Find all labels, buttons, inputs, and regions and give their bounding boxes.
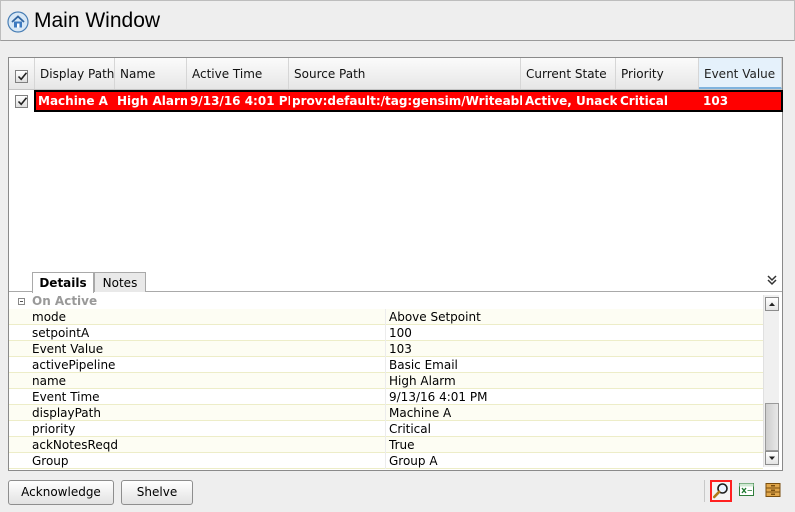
search-button[interactable]: [710, 480, 732, 502]
arrow-up-icon: [769, 302, 775, 306]
cell-event-value: 103: [703, 94, 729, 108]
property-row[interactable]: displayPath Machine A: [9, 405, 763, 421]
shelved-alarms-button[interactable]: [764, 481, 784, 501]
cell-priority: Critical: [620, 94, 669, 108]
property-name: priority: [32, 422, 76, 436]
row-checkbox[interactable]: [15, 95, 28, 108]
property-row[interactable]: Event Time 9/13/16 4:01 PM: [9, 389, 763, 405]
select-all-checkbox[interactable]: [15, 70, 28, 83]
property-name: Event Value: [32, 342, 104, 356]
arrow-down-icon: [769, 456, 775, 460]
property-row[interactable]: ackNotesReqd True: [9, 437, 763, 453]
acknowledge-button[interactable]: Acknowledge: [8, 480, 114, 505]
collapse-group-icon[interactable]: [18, 298, 25, 305]
property-row[interactable]: Group Group A: [9, 453, 763, 469]
property-row[interactable]: setpointA 100: [9, 325, 763, 341]
details-scrollbar[interactable]: [763, 295, 779, 467]
property-row[interactable]: Event Value 103: [9, 341, 763, 357]
property-row[interactable]: activePipeline Basic Email: [9, 357, 763, 373]
property-row[interactable]: name High Alarm: [9, 373, 763, 389]
export-excel-icon: [739, 483, 754, 496]
property-value: 103: [389, 342, 412, 356]
title-bar: Main Window: [0, 0, 795, 41]
column-header-source-path[interactable]: Source Path: [289, 58, 521, 89]
property-name: displayPath: [32, 406, 101, 420]
window-title: Main Window: [34, 9, 161, 32]
property-value: Group A: [389, 454, 438, 468]
cell-active-time: 9/13/16 4:01 PM: [190, 94, 290, 108]
scroll-up-button[interactable]: [765, 297, 779, 311]
cell-source-path: prov:default:/tag:gensim/Writeable/Wri..…: [292, 94, 522, 108]
column-header-priority[interactable]: Priority: [616, 58, 699, 89]
property-name: name: [32, 374, 67, 388]
property-value: Critical: [389, 422, 431, 436]
search-icon: [712, 483, 728, 499]
property-value: 9/13/16 4:01 PM: [389, 390, 488, 404]
shelved-archive-icon: [765, 483, 781, 497]
property-value: Above Setpoint: [389, 310, 481, 324]
home-icon: [7, 11, 29, 33]
column-header-display-path[interactable]: Display Path: [35, 58, 115, 89]
cell-name: High Alarm: [117, 94, 187, 108]
tab-details[interactable]: Details: [32, 272, 94, 293]
toolbar-separator: [704, 480, 705, 502]
select-all-header: [9, 58, 35, 89]
group-label: On Active: [32, 294, 98, 308]
details-property-grid: On Active mode Above Setpoint setpointA 10…: [9, 292, 763, 470]
table-header: Display Path Name Active Time Source Pat…: [9, 58, 782, 90]
property-name: mode: [32, 310, 67, 324]
scroll-down-button[interactable]: [765, 451, 779, 465]
column-header-event-value[interactable]: Event Value: [699, 58, 782, 89]
property-value: True: [389, 438, 415, 452]
cell-display-path: Machine A: [38, 94, 108, 108]
property-name: activePipeline: [32, 358, 116, 372]
column-header-active-time[interactable]: Active Time: [187, 58, 289, 89]
property-value: Machine A: [389, 406, 452, 420]
property-value: High Alarm: [389, 374, 456, 388]
property-name: Event Time: [32, 390, 100, 404]
export-excel-button[interactable]: [738, 481, 758, 501]
shelve-button[interactable]: Shelve: [121, 480, 193, 505]
property-name: Group: [32, 454, 69, 468]
property-name: ackNotesReqd: [32, 438, 118, 452]
tab-notes[interactable]: Notes: [94, 272, 146, 292]
scroll-thumb[interactable]: [765, 403, 779, 451]
property-row[interactable]: priority Critical: [9, 421, 763, 437]
alarm-status-table: Display Path Name Active Time Source Pat…: [8, 57, 783, 471]
cell-current-state: Active, Unack...: [525, 94, 617, 108]
property-value: Basic Email: [389, 358, 458, 372]
column-header-current-state[interactable]: Current State: [521, 58, 616, 89]
alarm-row[interactable]: Machine A High Alarm 9/13/16 4:01 PM pro…: [34, 90, 783, 112]
property-name: setpointA: [32, 326, 90, 340]
column-header-name[interactable]: Name: [115, 58, 187, 89]
property-row[interactable]: mode Above Setpoint: [9, 309, 763, 325]
property-group-header[interactable]: On Active: [9, 294, 763, 308]
property-value: 100: [389, 326, 412, 340]
collapse-chevron-icon[interactable]: [766, 274, 778, 286]
